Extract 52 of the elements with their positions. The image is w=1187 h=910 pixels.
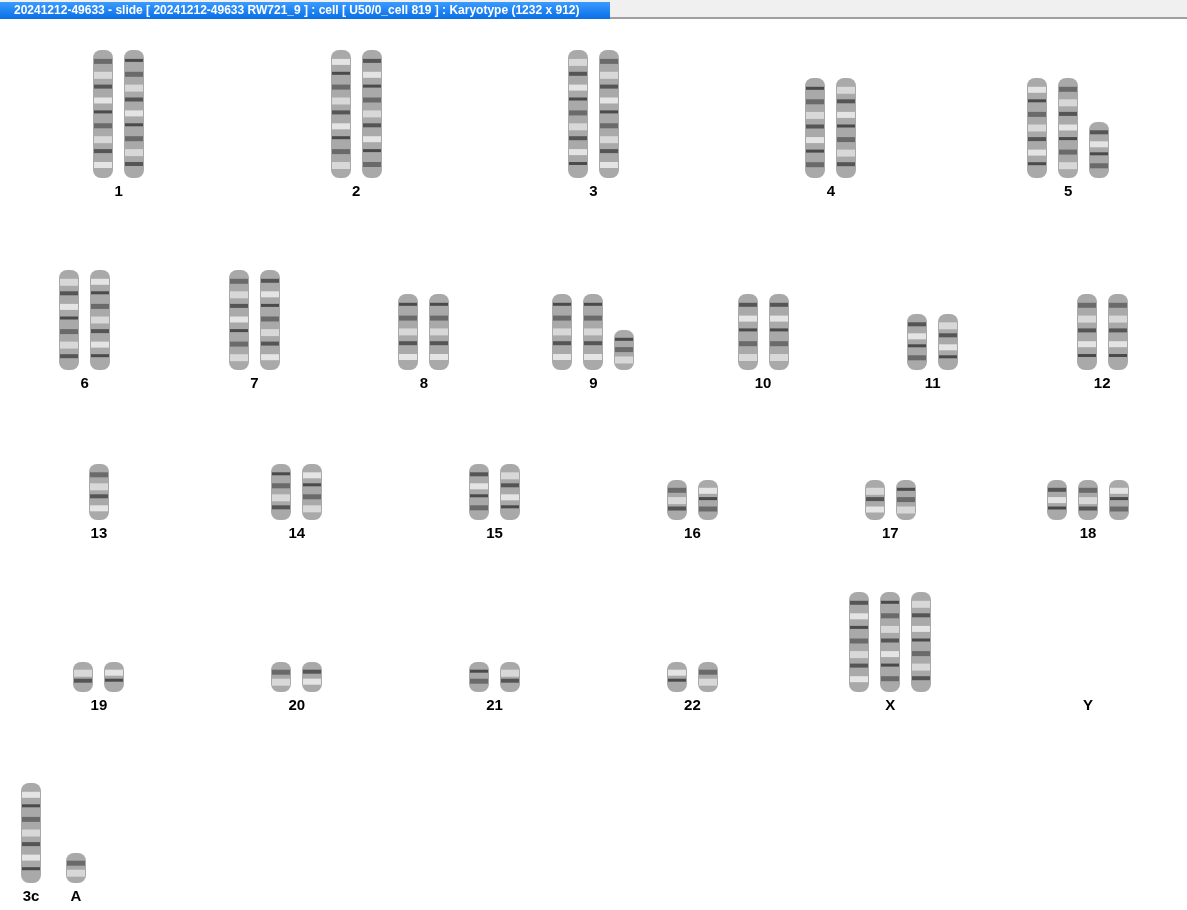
chromosome-number: 12 xyxy=(1093,374,1111,392)
chromosome-number: 19 xyxy=(90,696,108,714)
chromosome-number: 20 xyxy=(288,696,306,714)
chromosome-number: 9 xyxy=(589,374,598,392)
chromosome-number: 21 xyxy=(486,696,503,714)
chromosome-drawing xyxy=(468,662,491,692)
chromosome-number: 2 xyxy=(351,182,361,200)
chromosome-number: 22 xyxy=(684,696,701,714)
chromosome-number: A xyxy=(70,887,82,905)
chromosome-number: Y xyxy=(1083,696,1094,714)
chromosome-drawing xyxy=(1046,480,1069,520)
chromosome-drawing xyxy=(301,662,324,692)
chromosome-drawing xyxy=(863,480,886,520)
chromosome-drawing xyxy=(696,662,719,692)
chromosome-number: 14 xyxy=(288,524,306,542)
chromosome-drawing xyxy=(103,662,126,692)
chromosome-number: 18 xyxy=(1079,524,1097,542)
chromosome-drawing xyxy=(270,662,293,692)
chromosome-drawing xyxy=(1108,480,1131,520)
chromosome-drawing xyxy=(906,314,929,370)
chromosome-drawing xyxy=(301,464,324,520)
chromosome-number: 4 xyxy=(826,182,836,200)
chromosome-drawing xyxy=(696,480,719,520)
chromosome-number: 17 xyxy=(881,524,899,542)
window-title: 20241212-49633 - slide [ 20241212-49633 RW721_9 ] : cell [ U50/0_cell 819 ] : Karyotype (1232 x 912) xyxy=(0,2,610,19)
chromosome-drawing xyxy=(65,853,87,883)
chromosome-number: 6 xyxy=(80,374,89,392)
chromosome-number: 13 xyxy=(90,524,108,542)
chromosome-drawing xyxy=(937,314,960,370)
chromosome-drawing xyxy=(665,480,688,520)
chromosome-drawing xyxy=(499,662,522,692)
chromosome-drawing xyxy=(87,464,110,520)
chromosome-number: 5 xyxy=(1064,182,1073,200)
chromosome-number: 7 xyxy=(250,374,259,392)
chromosome-number: 15 xyxy=(486,524,503,542)
chromosome-drawing xyxy=(72,662,95,692)
chromosome-drawing xyxy=(613,330,636,370)
chromosome-number: 11 xyxy=(924,374,941,392)
chromosome-number: 8 xyxy=(419,374,429,392)
chromosome-number: 3 xyxy=(589,182,598,200)
chromosome-number: 16 xyxy=(684,524,701,542)
chromosome-drawing xyxy=(270,464,293,520)
chromosome-number: 1 xyxy=(114,182,123,200)
chromosome-drawing xyxy=(499,464,522,520)
chromosome-drawing xyxy=(1077,480,1100,520)
chromosome-drawing xyxy=(468,464,491,520)
chromosome-drawing xyxy=(1088,122,1111,178)
chromosome-drawing xyxy=(665,662,688,692)
chromosome-number: 10 xyxy=(754,374,772,392)
chromosome-number: 3c xyxy=(22,887,40,905)
chromosome-number: X xyxy=(885,696,896,714)
chromosome-drawing xyxy=(894,480,917,520)
